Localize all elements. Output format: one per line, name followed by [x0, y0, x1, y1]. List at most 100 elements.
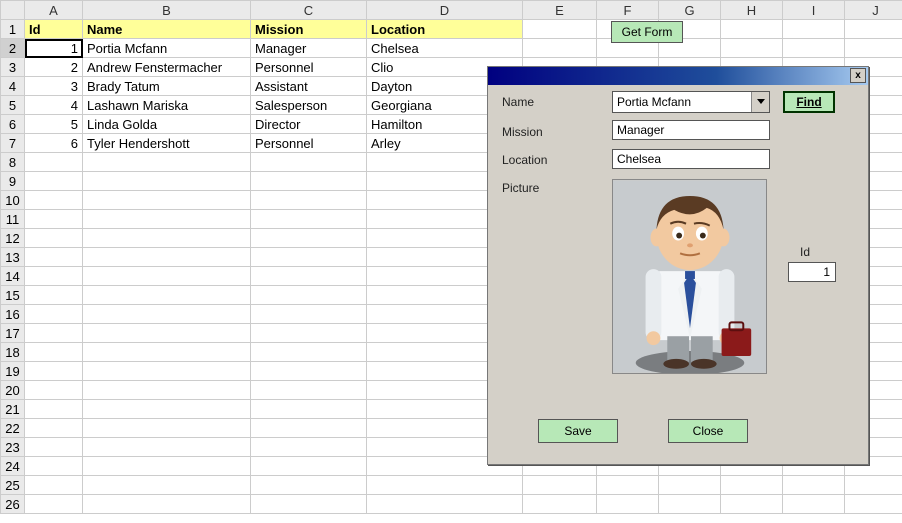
row-header[interactable]: 3	[1, 58, 25, 77]
cell[interactable]	[83, 400, 251, 419]
cell[interactable]: Andrew Fenstermacher	[83, 58, 251, 77]
cell[interactable]	[83, 267, 251, 286]
id-field[interactable]: 1	[788, 262, 836, 282]
cell[interactable]: Brady Tatum	[83, 77, 251, 96]
cell[interactable]	[783, 20, 845, 39]
cell[interactable]: Linda Golda	[83, 115, 251, 134]
col-header-F[interactable]: F	[597, 1, 659, 20]
dialog-close-x[interactable]: x	[850, 68, 866, 83]
cell[interactable]	[25, 305, 83, 324]
cell[interactable]	[83, 248, 251, 267]
cell[interactable]	[83, 153, 251, 172]
cell[interactable]: Name	[83, 20, 251, 39]
row-header[interactable]: 7	[1, 134, 25, 153]
cell[interactable]: 4	[25, 96, 83, 115]
cell[interactable]	[783, 476, 845, 495]
cell[interactable]	[523, 476, 597, 495]
cell[interactable]: Id	[25, 20, 83, 39]
cell[interactable]	[25, 362, 83, 381]
cell[interactable]: Lashawn Mariska	[83, 96, 251, 115]
cell[interactable]	[83, 191, 251, 210]
cell[interactable]: 5	[25, 115, 83, 134]
cell[interactable]	[251, 343, 367, 362]
col-header-C[interactable]: C	[251, 1, 367, 20]
cell[interactable]	[25, 267, 83, 286]
cell[interactable]: Salesperson	[251, 96, 367, 115]
save-button[interactable]: Save	[538, 419, 618, 443]
cell[interactable]	[83, 324, 251, 343]
cell[interactable]	[25, 172, 83, 191]
cell[interactable]	[83, 476, 251, 495]
cell[interactable]	[721, 39, 783, 58]
cell[interactable]	[83, 419, 251, 438]
row-header[interactable]: 5	[1, 96, 25, 115]
cell[interactable]	[845, 495, 902, 514]
cell[interactable]	[83, 172, 251, 191]
cell[interactable]	[251, 476, 367, 495]
row-header[interactable]: 16	[1, 305, 25, 324]
cell[interactable]	[25, 286, 83, 305]
cell[interactable]	[659, 495, 721, 514]
cell[interactable]	[523, 39, 597, 58]
cell[interactable]	[83, 286, 251, 305]
cell[interactable]	[251, 191, 367, 210]
dialog-titlebar[interactable]: x	[488, 67, 868, 85]
cell[interactable]	[783, 495, 845, 514]
cell[interactable]: Director	[251, 115, 367, 134]
cell[interactable]	[25, 343, 83, 362]
cell[interactable]	[83, 381, 251, 400]
name-combobox[interactable]: Portia Mcfann	[612, 91, 770, 113]
cell[interactable]	[721, 20, 783, 39]
cell[interactable]: Personnel	[251, 58, 367, 77]
cell[interactable]	[523, 495, 597, 514]
cell[interactable]	[597, 476, 659, 495]
row-header[interactable]: 1	[1, 20, 25, 39]
cell[interactable]	[721, 495, 783, 514]
cell[interactable]	[25, 248, 83, 267]
cell[interactable]: Location	[367, 20, 523, 39]
row-header[interactable]: 8	[1, 153, 25, 172]
row-header[interactable]: 22	[1, 419, 25, 438]
find-button[interactable]: Find	[783, 91, 835, 113]
col-header-I[interactable]: I	[783, 1, 845, 20]
cell[interactable]: Manager	[251, 39, 367, 58]
cell[interactable]	[367, 495, 523, 514]
location-field[interactable]: Chelsea	[612, 149, 770, 169]
cell[interactable]: 6	[25, 134, 83, 153]
cell[interactable]	[25, 400, 83, 419]
close-button[interactable]: Close	[668, 419, 748, 443]
row-header[interactable]: 19	[1, 362, 25, 381]
chevron-down-icon[interactable]	[751, 92, 769, 112]
cell[interactable]	[25, 153, 83, 172]
row-header[interactable]: 23	[1, 438, 25, 457]
row-header[interactable]: 25	[1, 476, 25, 495]
col-header-E[interactable]: E	[523, 1, 597, 20]
row-header[interactable]: 2	[1, 39, 25, 58]
cell[interactable]	[251, 400, 367, 419]
cell[interactable]: 3	[25, 77, 83, 96]
row-header[interactable]: 17	[1, 324, 25, 343]
cell[interactable]	[83, 305, 251, 324]
cell[interactable]	[845, 20, 902, 39]
col-header-B[interactable]: B	[83, 1, 251, 20]
cell[interactable]	[83, 457, 251, 476]
row-header[interactable]: 18	[1, 343, 25, 362]
row-header[interactable]: 15	[1, 286, 25, 305]
cell[interactable]	[251, 172, 367, 191]
cell[interactable]	[845, 476, 902, 495]
cell[interactable]	[25, 495, 83, 514]
row-header[interactable]: 6	[1, 115, 25, 134]
cell[interactable]: Portia Mcfann	[83, 39, 251, 58]
cell[interactable]	[25, 381, 83, 400]
row-header[interactable]: 10	[1, 191, 25, 210]
row-header[interactable]: 20	[1, 381, 25, 400]
cell[interactable]	[251, 267, 367, 286]
row-header[interactable]: 4	[1, 77, 25, 96]
cell[interactable]: Assistant	[251, 77, 367, 96]
cell[interactable]	[83, 229, 251, 248]
cell[interactable]: Chelsea	[367, 39, 523, 58]
cell[interactable]	[83, 210, 251, 229]
cell[interactable]	[251, 362, 367, 381]
cell[interactable]	[597, 495, 659, 514]
cell[interactable]: Mission	[251, 20, 367, 39]
